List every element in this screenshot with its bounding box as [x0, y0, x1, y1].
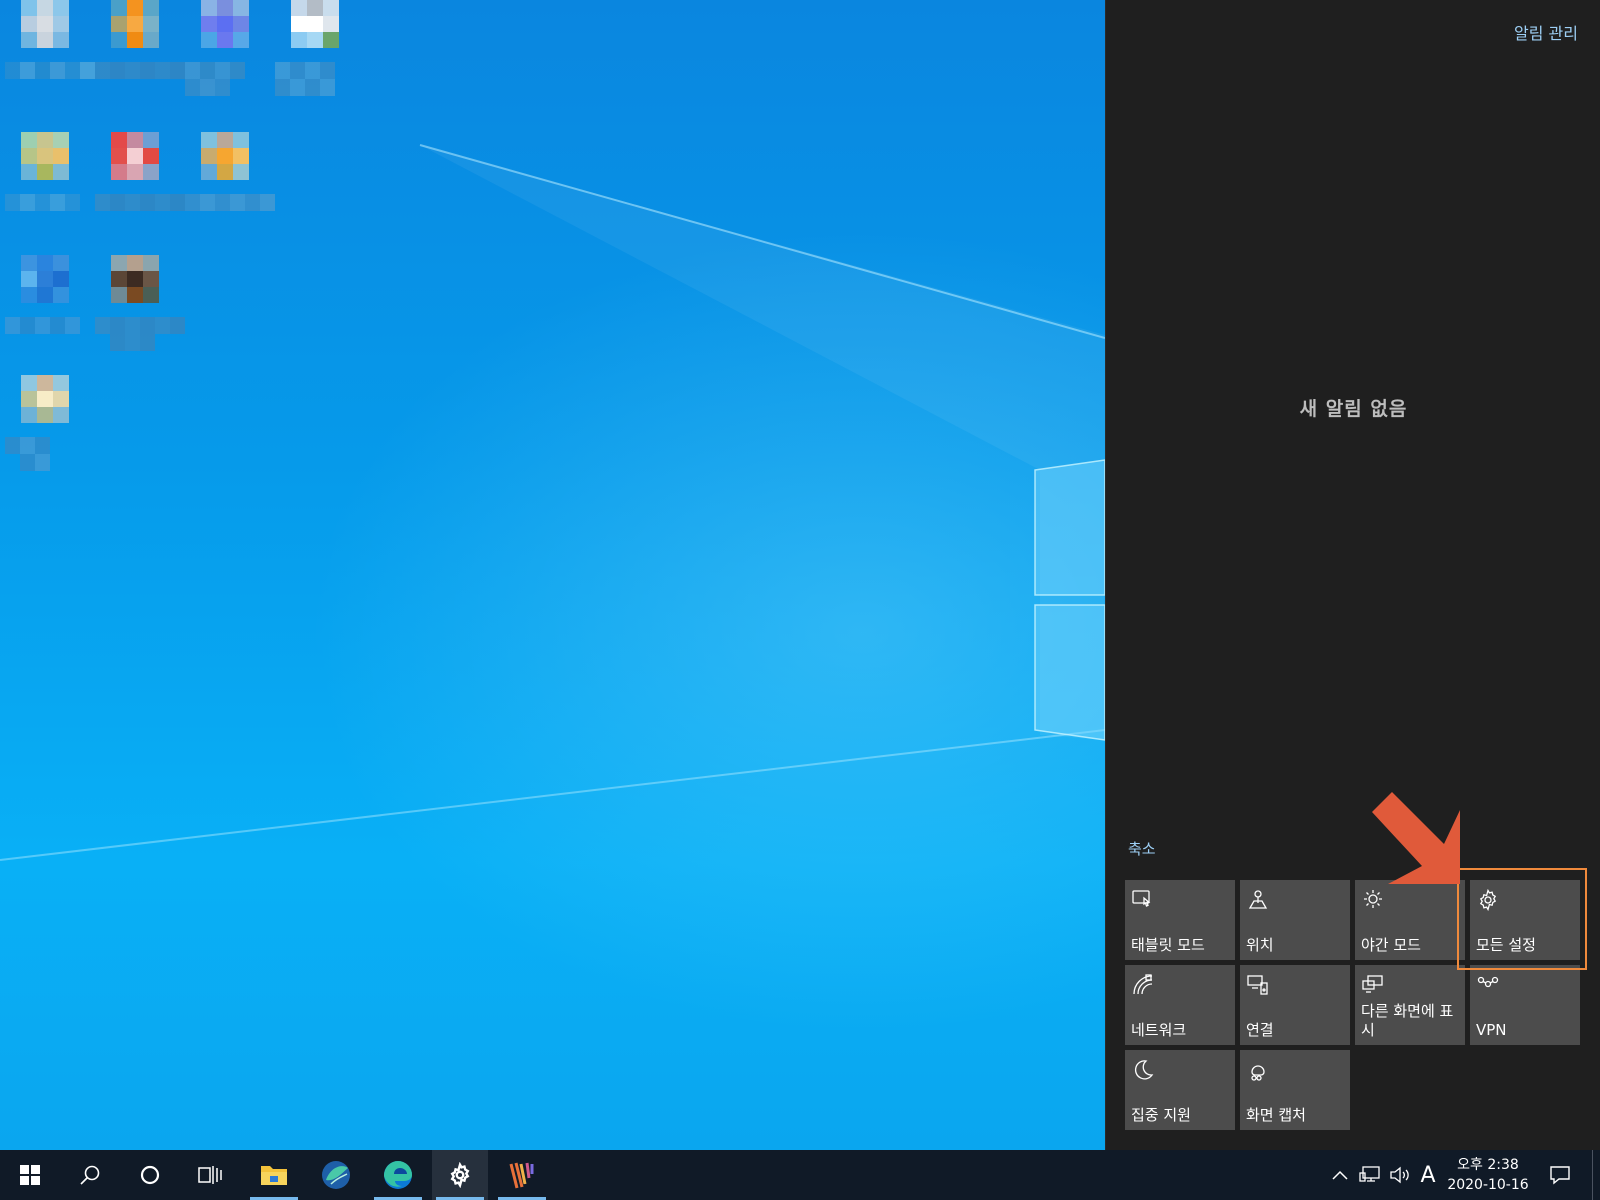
screen-snip-icon	[1246, 1058, 1270, 1082]
start-button[interactable]	[2, 1150, 58, 1200]
tile-label: 연결	[1246, 1021, 1274, 1039]
task-view-icon	[198, 1166, 222, 1184]
location-icon	[1246, 888, 1270, 912]
notification-center-button[interactable]	[1534, 1150, 1586, 1200]
app-button[interactable]	[308, 1150, 364, 1200]
network-status-icon[interactable]	[1358, 1163, 1382, 1187]
show-desktop-button[interactable]	[1592, 1150, 1600, 1200]
desktop-icon[interactable]	[185, 132, 275, 242]
clock-time: 오후 2:38	[1457, 1157, 1519, 1173]
tile-location[interactable]: 위치	[1240, 880, 1350, 960]
focus-assist-icon	[1131, 1058, 1155, 1082]
show-hidden-icons-chevron-icon[interactable]	[1328, 1163, 1352, 1187]
tile-label: 네트워크	[1131, 1021, 1187, 1039]
tile-label: VPN	[1476, 1021, 1507, 1039]
action-center-panel: 알림 관리 새 알림 없음 축소 태블릿 모드 위치 야간 모드 모든 설정 네…	[1105, 0, 1600, 1150]
windows-logo-icon	[20, 1165, 40, 1185]
edge-button[interactable]	[370, 1150, 426, 1200]
desktop-icon[interactable]	[5, 375, 95, 485]
desktop-icon[interactable]	[95, 132, 185, 242]
tile-label: 집중 지원	[1131, 1106, 1191, 1124]
tile-label: 위치	[1246, 936, 1274, 954]
clock[interactable]: 오후 2:38 2020-10-16	[1440, 1155, 1536, 1195]
input-indicator[interactable]: A	[1416, 1163, 1440, 1188]
file-explorer-button[interactable]	[246, 1150, 302, 1200]
taskbar: A 오후 2:38 2020-10-16	[0, 1150, 1600, 1200]
project-icon	[1361, 973, 1385, 997]
tile-night-light[interactable]: 야간 모드	[1355, 880, 1465, 960]
manage-notifications-link[interactable]: 알림 관리	[1514, 20, 1578, 44]
leaf-app-icon	[322, 1161, 350, 1189]
tile-all-settings[interactable]: 모든 설정	[1470, 880, 1580, 960]
desktop-icon[interactable]	[5, 255, 95, 365]
vpn-icon	[1476, 973, 1500, 997]
gear-icon	[1476, 888, 1500, 912]
app-button-2[interactable]	[494, 1150, 550, 1200]
desktop-icon[interactable]	[275, 0, 365, 110]
desktop-icon[interactable]	[5, 132, 95, 242]
stripes-app-icon	[509, 1162, 534, 1189]
cortana-circle-icon	[140, 1165, 160, 1185]
tile-focus-assist[interactable]: 집중 지원	[1125, 1050, 1235, 1130]
connect-icon	[1246, 973, 1270, 997]
no-notifications-text: 새 알림 없음	[1299, 398, 1408, 420]
tile-vpn[interactable]: VPN	[1470, 965, 1580, 1045]
night-light-icon	[1361, 888, 1385, 912]
tile-tablet-mode[interactable]: 태블릿 모드	[1125, 880, 1235, 960]
folder-icon	[261, 1166, 287, 1185]
desktop-icon[interactable]	[5, 0, 95, 110]
tile-label: 다른 화면에 표시	[1361, 1002, 1454, 1039]
desktop-icon[interactable]	[185, 0, 275, 110]
tile-project[interactable]: 다른 화면에 표시	[1355, 965, 1465, 1045]
desktop-icon[interactable]	[95, 0, 185, 110]
cortana-button[interactable]	[122, 1150, 178, 1200]
tile-network[interactable]: 네트워크	[1125, 965, 1235, 1045]
desktop-icon[interactable]	[95, 255, 185, 365]
tile-label: 야간 모드	[1361, 936, 1421, 954]
windows-logo-pane-bottom	[1034, 604, 1105, 741]
volume-icon[interactable]	[1388, 1163, 1412, 1187]
tablet-mode-icon	[1131, 888, 1155, 912]
tile-label: 화면 캡처	[1246, 1106, 1306, 1124]
desktop	[0, 0, 1105, 1150]
gear-icon	[450, 1162, 470, 1188]
windows-logo-pane-top	[1034, 459, 1105, 596]
task-view-button[interactable]	[182, 1150, 238, 1200]
search-button[interactable]	[62, 1150, 118, 1200]
notification-icon	[1550, 1166, 1570, 1185]
collapse-link[interactable]: 축소	[1128, 838, 1156, 859]
tile-connect[interactable]: 연결	[1240, 965, 1350, 1045]
network-icon	[1131, 973, 1155, 997]
clock-date: 2020-10-16	[1447, 1177, 1529, 1193]
search-icon	[80, 1165, 100, 1185]
tile-label: 모든 설정	[1476, 936, 1536, 954]
settings-button[interactable]	[432, 1150, 488, 1200]
tile-label: 태블릿 모드	[1131, 936, 1205, 954]
edge-icon	[384, 1161, 412, 1189]
tile-screen-snip[interactable]: 화면 캡처	[1240, 1050, 1350, 1130]
